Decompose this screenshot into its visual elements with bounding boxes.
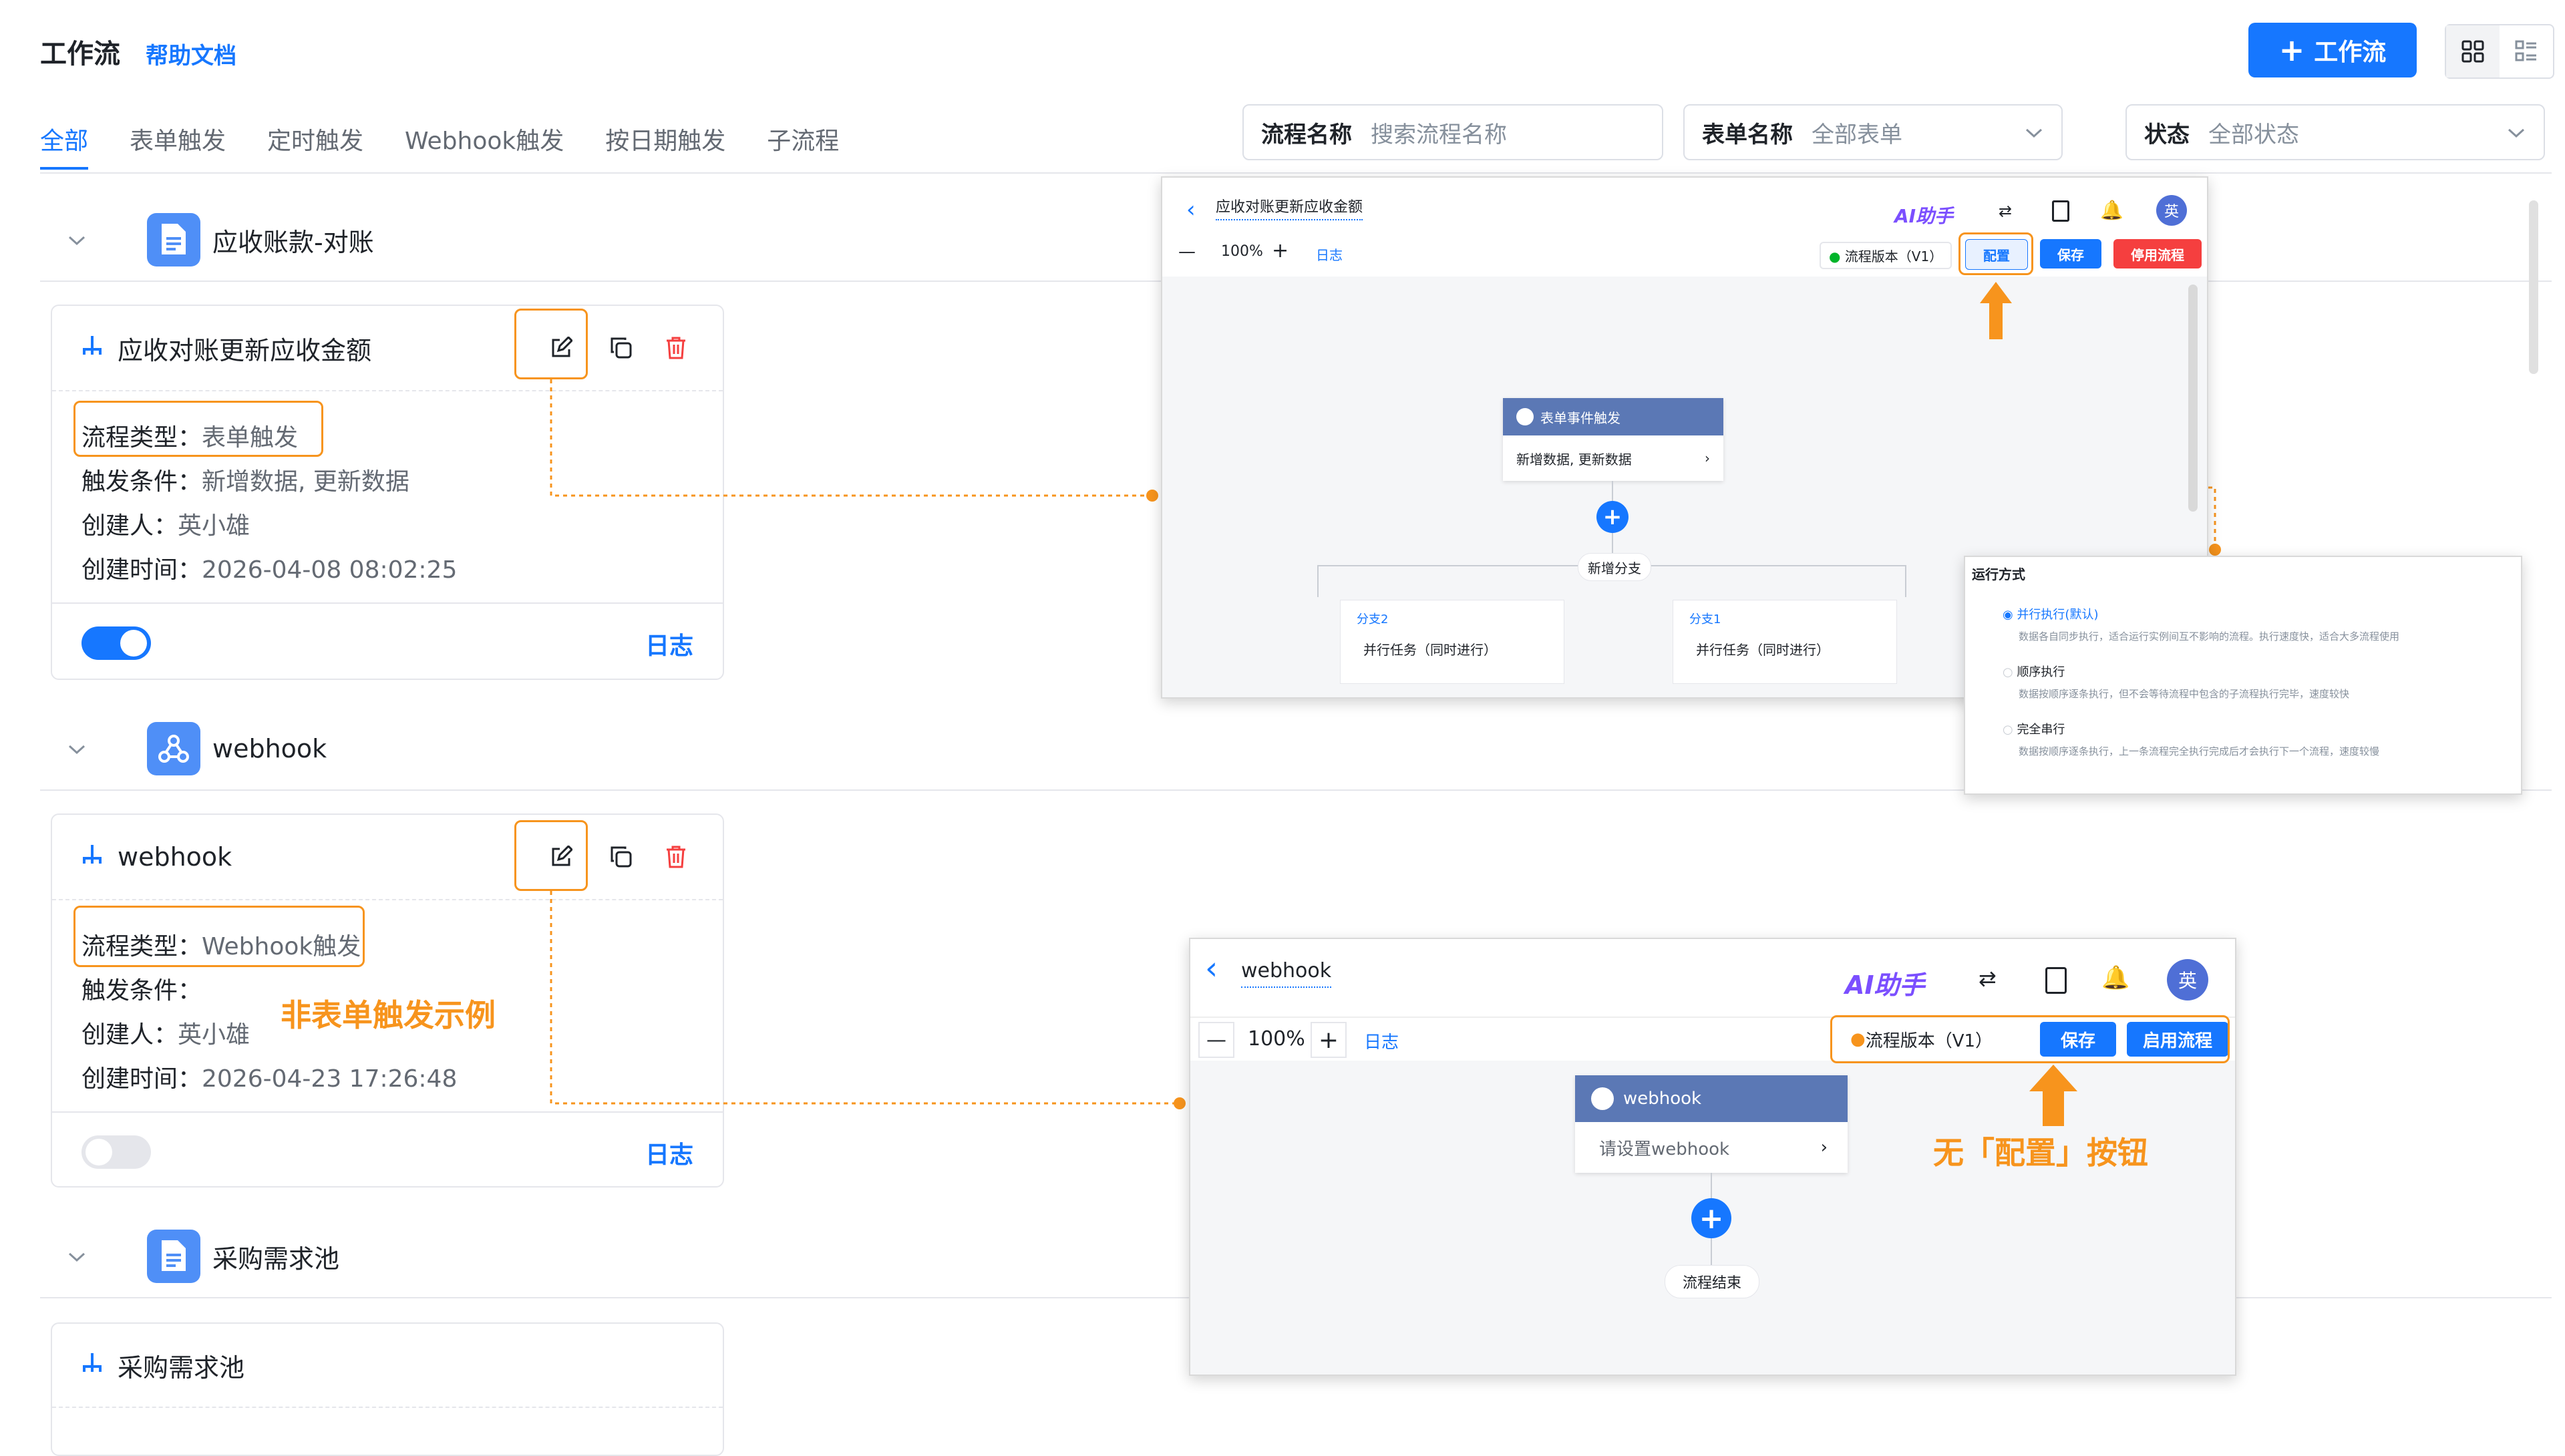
editor-title: webhook — [1241, 959, 1332, 988]
back-icon[interactable]: ‹ — [1186, 196, 1196, 223]
editor-toolbar: ‹ 应收对账更新应收金额 AI助手 ⇄ 🔔 英 — 100% + 日志 ● 流程… — [1162, 178, 2207, 277]
webhook-icon — [1591, 1087, 1614, 1110]
toolbar-highlight-box — [1830, 1015, 2230, 1063]
back-icon[interactable]: ‹ — [1205, 950, 1218, 987]
zoom-level: 100% — [1248, 1027, 1305, 1051]
document-icon — [1516, 408, 1534, 425]
run-mode-option[interactable]: ○ 顺序执行 数据按顺序逐条执行，但不会等待流程中包含的子流程执行完毕，速度较快 — [2003, 663, 2349, 701]
zoom-out-icon[interactable]: — — [1178, 242, 1196, 262]
run-mode-option-label: 并行执行(默认) — [2017, 608, 2099, 622]
save-button[interactable]: 保存 — [2040, 239, 2101, 268]
run-mode-option-row: ○ 完全串行 — [2003, 720, 2379, 737]
log-link[interactable]: 日志 — [1364, 1029, 1399, 1053]
connector-dot — [2209, 544, 2221, 556]
branch-node[interactable]: 分支1 并行任务（同时进行） — [1673, 600, 1897, 684]
branch-label: 分支2 — [1357, 612, 1389, 626]
webhook-node-title: webhook — [1623, 1089, 1702, 1109]
run-mode-option-desc: 数据按顺序逐条执行，但不会等待流程中包含的子流程执行完毕，速度较快 — [2019, 688, 2350, 700]
run-mode-option[interactable]: ◉ 并行执行(默认) 数据各自同步执行，适合运行实例间互不影响的流程。执行速度快… — [2003, 605, 2399, 643]
zoom-out-icon[interactable]: — — [1198, 1022, 1234, 1058]
branch-label: 分支1 — [1689, 612, 1721, 626]
run-mode-option-row: ◉ 并行执行(默认) — [2003, 605, 2399, 622]
connector-dot — [1174, 1097, 1186, 1109]
radio-icon: ○ — [2003, 665, 2017, 679]
branch-task: 并行任务（同时进行） — [1363, 642, 1497, 658]
add-node-icon[interactable]: + — [1596, 501, 1629, 533]
chevron-right-icon: › — [1820, 1137, 1828, 1157]
scrollbar-thumb[interactable] — [2188, 285, 2198, 512]
version-badge: ● 流程版本（V1） — [1820, 242, 1952, 269]
add-branch-button[interactable]: 新增分支 — [1578, 553, 1651, 581]
run-mode-option-desc: 数据按顺序逐条执行，上一条流程完全执行完成后才会执行下一个流程，速度较慢 — [2019, 745, 2380, 757]
chevron-right-icon: › — [1705, 450, 1710, 466]
ai-assistant[interactable]: AI助手 — [1894, 202, 1953, 228]
avatar[interactable]: 英 — [2156, 195, 2187, 226]
status-dot-icon: ● — [1829, 248, 1845, 264]
trigger-node-title: 表单事件触发 — [1540, 409, 1620, 426]
zoom-in-icon[interactable]: + — [1272, 239, 1289, 262]
add-node-icon[interactable]: + — [1691, 1198, 1731, 1238]
book-icon[interactable] — [2052, 200, 2069, 222]
translate-icon[interactable]: ⇄ — [1979, 966, 1997, 991]
branch-connector — [1317, 565, 1319, 597]
radio-icon: ○ — [2003, 723, 2017, 737]
run-mode-option[interactable]: ○ 完全串行 数据按顺序逐条执行，上一条流程完全执行完成后才会执行下一个流程，速… — [2003, 720, 2379, 758]
trigger-node[interactable]: 表单事件触发 新增数据, 更新数据 › — [1503, 398, 1723, 481]
branch-connector — [1905, 565, 1906, 597]
run-mode-panel: 运行方式 ◉ 并行执行(默认) 数据各自同步执行，适合运行实例间互不影响的流程。… — [1964, 556, 2522, 795]
no-config-annotation: 无「配置」按钮 — [1933, 1135, 2148, 1171]
branch-node[interactable]: 分支2 并行任务（同时进行） — [1340, 600, 1564, 684]
run-mode-option-desc: 数据各自同步执行，适合运行实例间互不影响的流程。执行速度快，适合大多流程使用 — [2019, 630, 2400, 643]
zoom-level: 100% — [1221, 243, 1263, 260]
editor-screenshot-webhook: ‹ webhook AI助手 ⇄ 🔔 英 — 100% + 日志 ● 流程版本（… — [1189, 938, 2236, 1376]
book-icon[interactable] — [2045, 967, 2067, 994]
run-mode-option-label: 完全串行 — [2017, 723, 2065, 737]
trigger-node-body: 新增数据, 更新数据 › — [1503, 435, 1723, 481]
translate-icon[interactable]: ⇄ — [1999, 202, 2012, 220]
disable-flow-button[interactable]: 停用流程 — [2113, 239, 2202, 268]
flow-end-node: 流程结束 — [1665, 1265, 1759, 1298]
run-mode-option-label: 顺序执行 — [2017, 665, 2065, 679]
bell-icon[interactable]: 🔔 — [2101, 964, 2129, 991]
zoom-in-icon[interactable]: + — [1311, 1022, 1347, 1058]
run-mode-title: 运行方式 — [1972, 566, 2025, 582]
branch-task: 并行任务（同时进行） — [1696, 642, 1830, 658]
ai-assistant[interactable]: AI助手 — [1845, 964, 1925, 1001]
trigger-node-header: 表单事件触发 — [1503, 398, 1723, 435]
trigger-detail: 新增数据, 更新数据 — [1516, 451, 1632, 468]
radio-selected-icon: ◉ — [2003, 608, 2017, 622]
arrow-up-icon — [2029, 1065, 2077, 1126]
webhook-node[interactable]: webhook 请设置webhook › — [1575, 1075, 1848, 1173]
webhook-node-body: 请设置webhook › — [1575, 1122, 1848, 1173]
version-label: 流程版本（V1） — [1844, 248, 1943, 264]
connector-dot — [1146, 490, 1158, 502]
webhook-node-header: webhook — [1575, 1075, 1848, 1122]
log-link[interactable]: 日志 — [1316, 244, 1343, 264]
avatar[interactable]: 英 — [2167, 959, 2208, 1000]
config-highlight-box — [1958, 232, 2033, 275]
webhook-detail: 请设置webhook — [1599, 1139, 1730, 1159]
editor-title: 应收对账更新应收金额 — [1216, 195, 1363, 220]
arrow-up-icon — [1980, 282, 2012, 339]
run-mode-option-row: ○ 顺序执行 — [2003, 663, 2349, 680]
bell-icon[interactable]: 🔔 — [2100, 199, 2123, 221]
